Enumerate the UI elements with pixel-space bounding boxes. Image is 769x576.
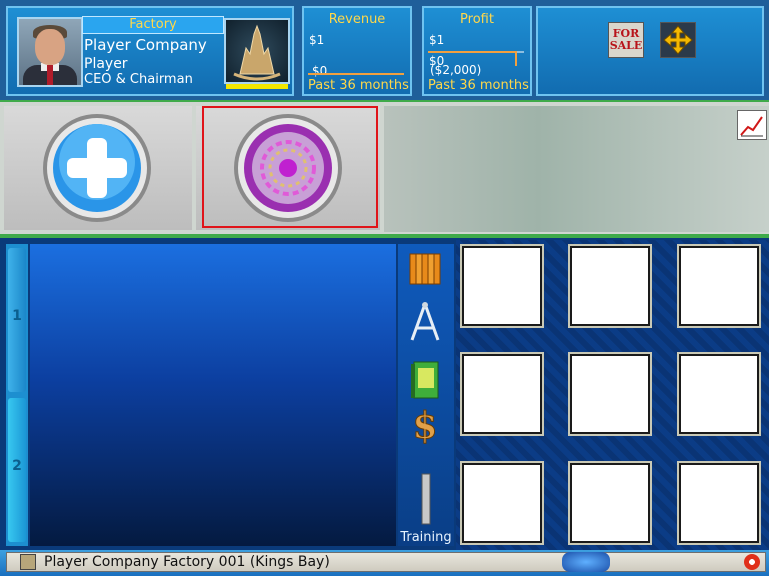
dollar-icon[interactable]: $	[406, 404, 444, 448]
unit-grid	[456, 240, 769, 550]
unit-slot[interactable]	[677, 461, 761, 545]
training-label: Training	[400, 530, 452, 545]
tab-2-label: 2	[12, 458, 22, 474]
unit-list-panel[interactable]	[30, 244, 396, 546]
facility-type-label: Factory	[82, 16, 224, 34]
add-unit-button[interactable]	[4, 106, 192, 230]
manual-icon[interactable]	[406, 358, 444, 399]
compass-icon[interactable]	[406, 300, 444, 341]
company-panel: Factory Player Company Player CEO & Chai…	[6, 6, 294, 96]
globe-icon[interactable]	[562, 552, 610, 572]
tools-panel	[536, 6, 764, 96]
revenue-top-label: $1	[309, 33, 324, 47]
training-icon[interactable]	[406, 470, 444, 526]
unit-slot[interactable]	[460, 461, 544, 545]
profit-chart-panel[interactable]: $1 $0 ($2,000) Profit Past 36 months	[422, 6, 532, 96]
svg-text:$: $	[412, 405, 437, 444]
revenue-chart-panel[interactable]: $1 $0 Revenue Past 36 months	[302, 6, 412, 96]
unit-slot[interactable]	[568, 244, 652, 328]
tab-2[interactable]: 2	[8, 398, 26, 542]
tab-1-label: 1	[12, 308, 22, 324]
side-icon-column: $	[398, 244, 454, 546]
company-logo-icon[interactable]	[224, 18, 290, 84]
tab-1[interactable]: 1	[8, 248, 26, 392]
unit-slot[interactable]	[568, 461, 652, 545]
revenue-bottom-label: $0	[312, 64, 327, 78]
status-text: Player Company Factory 001 (Kings Bay)	[44, 554, 330, 570]
trend-chart-icon[interactable]	[737, 110, 767, 140]
player-title: CEO & Chairman	[84, 72, 193, 87]
unit-slot[interactable]	[677, 352, 761, 436]
svg-text:SALE: SALE	[610, 39, 643, 52]
profit-title: Profit	[460, 12, 494, 27]
empty-unit-area	[384, 106, 769, 232]
unit-slot[interactable]	[460, 352, 544, 436]
unit-slot[interactable]	[677, 244, 761, 328]
selection-highlight	[202, 106, 378, 228]
move-arrows-icon[interactable]	[660, 22, 696, 58]
eye-icon[interactable]	[744, 554, 760, 570]
profit-bottom-label: ($2,000)	[430, 63, 481, 77]
for-sale-button[interactable]: FOR SALE	[608, 22, 644, 58]
profit-footer: Past 36 months	[428, 78, 529, 93]
profit-top-label: $1	[429, 33, 444, 47]
unit-slot[interactable]	[568, 352, 652, 436]
books-icon[interactable]	[406, 248, 444, 288]
notepad-icon[interactable]	[20, 554, 36, 570]
company-name: Player Company	[84, 36, 207, 54]
revenue-title: Revenue	[328, 12, 386, 27]
plus-icon	[43, 114, 151, 222]
unit-slot[interactable]	[460, 244, 544, 328]
logo-progress-bar	[226, 84, 288, 89]
ceo-portrait[interactable]	[17, 17, 83, 87]
player-name: Player	[84, 56, 128, 72]
revenue-footer: Past 36 months	[308, 78, 409, 93]
